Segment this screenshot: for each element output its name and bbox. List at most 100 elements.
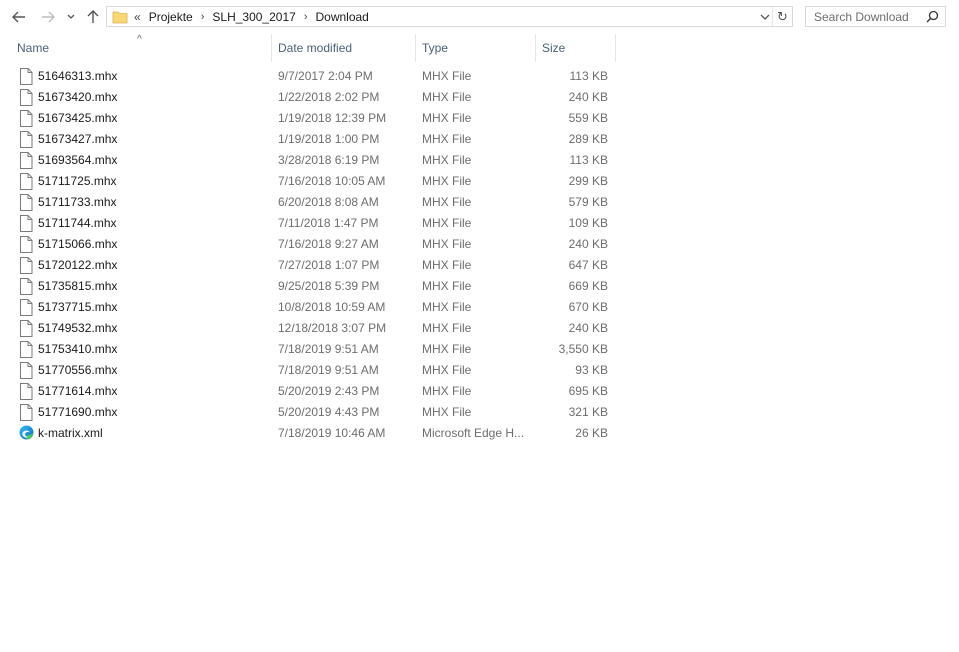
column-header-name[interactable]: Name xyxy=(11,34,271,62)
file-row[interactable]: 51715066.mhx 7/16/2018 9:27 AM MHX File 240… xyxy=(0,234,620,255)
document-icon xyxy=(19,278,33,295)
file-type: MHX File xyxy=(422,363,472,377)
file-size: 113 KB xyxy=(569,153,608,167)
file-date-modified: 3/28/2018 6:19 PM xyxy=(278,153,380,167)
file-date-modified: 1/19/2018 1:00 PM xyxy=(278,132,380,146)
address-bar[interactable]: « Projekte › SLH_300_2017 › Download ↻ xyxy=(106,6,793,27)
file-type: MHX File xyxy=(422,342,472,356)
file-list: 51646313.mhx 9/7/2017 2:04 PM MHX File 113 … xyxy=(0,66,620,444)
document-icon xyxy=(19,89,33,106)
file-date-modified: 7/27/2018 1:07 PM xyxy=(278,258,380,272)
file-size: 695 KB xyxy=(568,384,608,398)
file-row[interactable]: 51673420.mhx 1/22/2018 2:02 PM MHX File 240… xyxy=(0,87,620,108)
file-row[interactable]: 51737715.mhx 10/8/2018 10:59 AM MHX File 67… xyxy=(0,297,620,318)
navigation-toolbar: « Projekte › SLH_300_2017 › Download ↻ xyxy=(0,0,959,34)
chevron-down-icon xyxy=(760,14,770,20)
breadcrumb-separator-icon[interactable]: › xyxy=(304,11,308,23)
file-date-modified: 7/16/2018 9:27 AM xyxy=(278,237,379,251)
breadcrumb-item-download[interactable]: Download xyxy=(315,10,368,24)
breadcrumb-overflow[interactable]: « xyxy=(134,10,141,24)
file-name[interactable]: 51715066.mhx xyxy=(38,234,117,255)
column-header-type[interactable]: Type xyxy=(416,34,535,62)
file-row[interactable]: 51711725.mhx 7/16/2018 10:05 AM MHX File 29… xyxy=(0,171,620,192)
edge-icon xyxy=(19,425,34,442)
breadcrumb: « Projekte › SLH_300_2017 › Download xyxy=(134,10,369,24)
forward-button[interactable] xyxy=(39,7,57,27)
file-name[interactable]: 51771690.mhx xyxy=(38,402,117,423)
file-row[interactable]: k-matrix.xml 7/18/2019 10:46 AM Microsoft … xyxy=(0,423,620,444)
file-row[interactable]: 51771690.mhx 5/20/2019 4:43 PM MHX File 321… xyxy=(0,402,620,423)
file-type: MHX File xyxy=(422,69,472,83)
file-name[interactable]: 51771614.mhx xyxy=(38,381,117,402)
file-row[interactable]: 51735815.mhx 9/25/2018 5:39 PM MHX File 669… xyxy=(0,276,620,297)
document-icon xyxy=(19,110,33,127)
file-type: MHX File xyxy=(422,279,472,293)
file-row[interactable]: 51753410.mhx 7/18/2019 9:51 AM MHX File 3,5… xyxy=(0,339,620,360)
file-row[interactable]: 51693564.mhx 3/28/2018 6:19 PM MHX File 113… xyxy=(0,150,620,171)
file-name[interactable]: 51711725.mhx xyxy=(38,171,117,192)
file-name[interactable]: k-matrix.xml xyxy=(38,423,103,444)
file-name[interactable]: 51693564.mhx xyxy=(38,150,117,171)
file-size: 647 KB xyxy=(568,258,608,272)
breadcrumb-item-projekte[interactable]: Projekte xyxy=(149,10,193,24)
file-row[interactable]: 51673425.mhx 1/19/2018 12:39 PM MHX File 55… xyxy=(0,108,620,129)
file-date-modified: 1/19/2018 12:39 PM xyxy=(278,111,387,125)
file-row[interactable]: 51720122.mhx 7/27/2018 1:07 PM MHX File 647… xyxy=(0,255,620,276)
file-name[interactable]: 51673427.mhx xyxy=(38,129,117,150)
document-icon xyxy=(19,68,33,85)
file-name[interactable]: 51646313.mhx xyxy=(38,66,117,87)
file-size: 109 KB xyxy=(568,216,608,230)
column-divider[interactable] xyxy=(615,34,616,62)
file-name[interactable]: 51711744.mhx xyxy=(38,213,117,234)
file-type: MHX File xyxy=(422,237,472,251)
file-row[interactable]: 51711733.mhx 6/20/2018 8:08 AM MHX File 579… xyxy=(0,192,620,213)
file-name[interactable]: 51753410.mhx xyxy=(38,339,117,360)
arrow-left-icon xyxy=(12,11,25,23)
file-date-modified: 12/18/2018 3:07 PM xyxy=(278,321,387,335)
search-input[interactable] xyxy=(814,9,926,24)
recent-locations-button[interactable] xyxy=(65,7,77,27)
up-button[interactable] xyxy=(85,7,101,27)
file-row[interactable]: 51711744.mhx 7/11/2018 1:47 PM MHX File 109… xyxy=(0,213,620,234)
file-name[interactable]: 51673425.mhx xyxy=(38,108,117,129)
file-row[interactable]: 51749532.mhx 12/18/2018 3:07 PM MHX File 24… xyxy=(0,318,620,339)
file-row[interactable]: 51646313.mhx 9/7/2017 2:04 PM MHX File 113 … xyxy=(0,66,620,87)
file-date-modified: 1/22/2018 2:02 PM xyxy=(278,90,380,104)
file-date-modified: 7/16/2018 10:05 AM xyxy=(278,174,386,188)
file-type: MHX File xyxy=(422,153,472,167)
file-size: 26 KB xyxy=(575,426,608,440)
file-row[interactable]: 51770556.mhx 7/18/2019 9:51 AM MHX File 93 … xyxy=(0,360,620,381)
file-type: MHX File xyxy=(422,111,472,125)
search-icon[interactable] xyxy=(926,10,939,23)
file-date-modified: 9/7/2017 2:04 PM xyxy=(278,69,373,83)
file-size: 579 KB xyxy=(568,195,608,209)
file-size: 113 KB xyxy=(569,69,608,83)
file-type: MHX File xyxy=(422,195,472,209)
file-name[interactable]: 51711733.mhx xyxy=(38,192,117,213)
column-header-size[interactable]: Size xyxy=(536,34,615,62)
file-type: MHX File xyxy=(422,258,472,272)
column-header-date[interactable]: Date modified xyxy=(272,34,415,62)
document-icon xyxy=(19,215,33,232)
file-type: MHX File xyxy=(422,405,472,419)
file-date-modified: 7/18/2019 9:51 AM xyxy=(278,342,379,356)
file-name[interactable]: 51770556.mhx xyxy=(38,360,117,381)
file-date-modified: 9/25/2018 5:39 PM xyxy=(278,279,380,293)
file-row[interactable]: 51673427.mhx 1/19/2018 1:00 PM MHX File 289… xyxy=(0,129,620,150)
file-size: 289 KB xyxy=(568,132,608,146)
file-name[interactable]: 51735815.mhx xyxy=(38,276,117,297)
file-row[interactable]: 51771614.mhx 5/20/2019 2:43 PM MHX File 695… xyxy=(0,381,620,402)
file-type: MHX File xyxy=(422,174,472,188)
chevron-down-icon xyxy=(67,14,75,19)
breadcrumb-item-slh[interactable]: SLH_300_2017 xyxy=(212,10,295,24)
file-name[interactable]: 51749532.mhx xyxy=(38,318,117,339)
address-dropdown-button[interactable] xyxy=(758,7,772,26)
file-type: MHX File xyxy=(422,384,472,398)
file-name[interactable]: 51737715.mhx xyxy=(38,297,117,318)
refresh-button[interactable]: ↻ xyxy=(772,7,792,26)
file-name[interactable]: 51720122.mhx xyxy=(38,255,117,276)
back-button[interactable] xyxy=(10,7,28,27)
breadcrumb-separator-icon[interactable]: › xyxy=(201,11,205,23)
file-size: 299 KB xyxy=(568,174,608,188)
file-name[interactable]: 51673420.mhx xyxy=(38,87,117,108)
